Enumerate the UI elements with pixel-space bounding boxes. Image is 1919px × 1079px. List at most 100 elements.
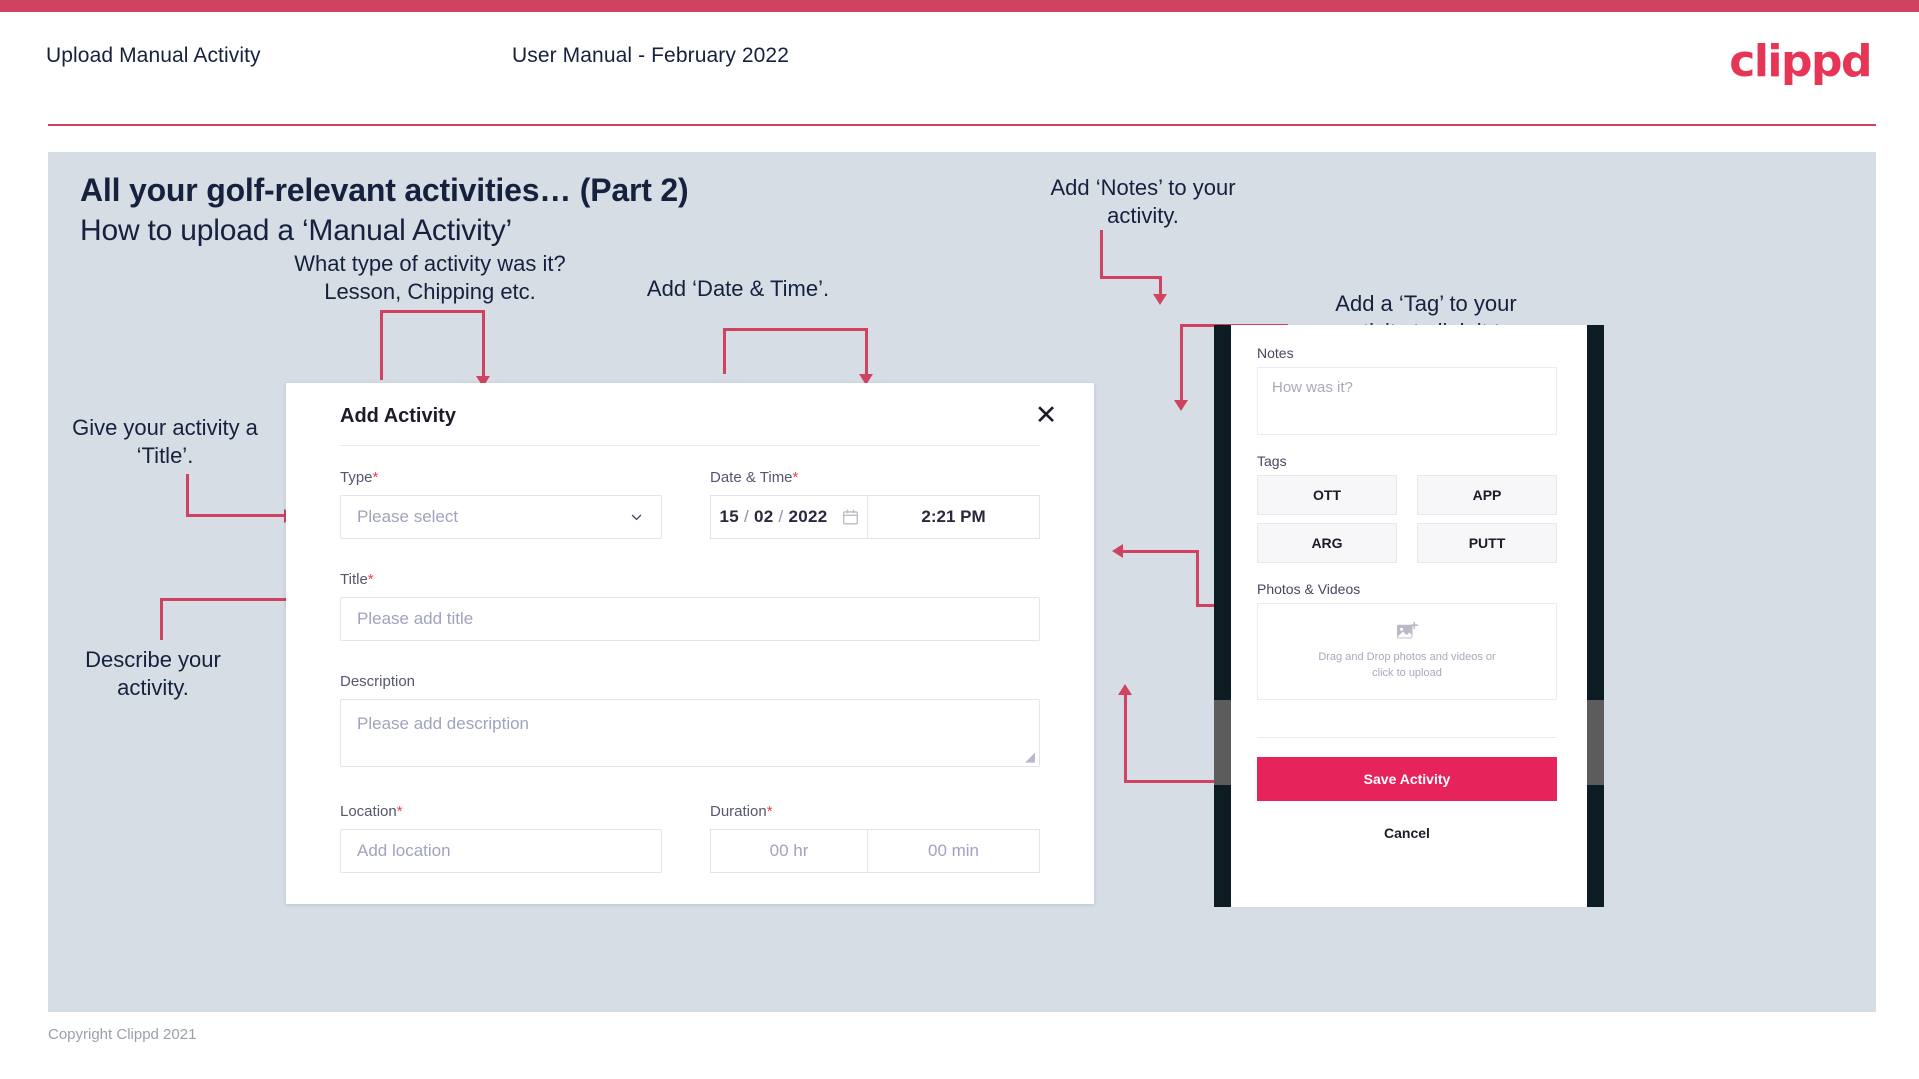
- annotation-datetime: Add ‘Date & Time’.: [646, 276, 830, 301]
- connector-notes-v1: [1100, 230, 1103, 278]
- connector-save-v: [1124, 694, 1127, 782]
- datetime-required-asterisk: *: [792, 469, 799, 486]
- connector-upload-h2: [1122, 550, 1198, 553]
- datetime-label: Date & Time*: [710, 469, 798, 486]
- save-activity-button[interactable]: Save Activity: [1257, 757, 1557, 801]
- upload-dropzone[interactable]: Drag and Drop photos and videos or click…: [1257, 603, 1557, 700]
- dialog-divider: [340, 445, 1040, 446]
- phone-edge-left: [1214, 325, 1231, 907]
- type-select-value: Please select: [357, 507, 459, 526]
- title-label: Title*: [340, 571, 374, 588]
- chevron-down-icon: [631, 514, 642, 521]
- connector-datetime-h: [723, 328, 868, 331]
- clippd-logo: clippd: [1729, 36, 1872, 87]
- connector-notes-h: [1100, 276, 1162, 279]
- datetime-label-text: Date & Time: [710, 469, 793, 486]
- slide-page: Upload Manual Activity User Manual - Feb…: [0, 0, 1919, 1079]
- annotation-notes: Add ‘Notes’ to your activity.: [1050, 175, 1236, 229]
- copyright-text: Copyright Clippd 2021: [48, 1026, 197, 1043]
- connector-notes-arrow: [1153, 294, 1167, 305]
- date-day: 15: [719, 507, 739, 526]
- duration-hours-input[interactable]: 00 hr: [710, 829, 868, 873]
- date-sep-1: /: [743, 507, 749, 526]
- tag-button-ott[interactable]: OTT: [1257, 475, 1397, 515]
- calendar-icon[interactable]: [842, 508, 859, 526]
- connector-save-arrow: [1118, 684, 1132, 695]
- mobile-preview: Notes How was it? Tags OTT APP ARG PUTT …: [1214, 325, 1604, 907]
- cancel-button[interactable]: Cancel: [1257, 825, 1557, 841]
- close-icon[interactable]: ✕: [1030, 399, 1062, 431]
- connector-notes-v2: [1159, 276, 1162, 296]
- location-input[interactable]: Add location: [340, 829, 662, 873]
- phone-side-button-left: [1214, 700, 1231, 785]
- time-value: 2:21 PM: [921, 507, 986, 526]
- date-year: 2022: [788, 507, 828, 526]
- duration-required-asterisk: *: [766, 803, 773, 820]
- connector-tags-arrow: [1174, 400, 1188, 411]
- duration-label-text: Duration: [710, 803, 767, 820]
- duration-label: Duration*: [710, 803, 773, 820]
- date-month: 02: [753, 507, 774, 526]
- connector-description-h: [160, 598, 288, 601]
- annotation-type: What type of activity was it? Lesson, Ch…: [294, 251, 566, 305]
- dialog-title: Add Activity: [340, 405, 456, 427]
- phone-screen: Notes How was it? Tags OTT APP ARG PUTT …: [1231, 325, 1587, 907]
- duration-minutes-input[interactable]: 00 min: [868, 829, 1040, 873]
- type-label: Type*: [340, 469, 378, 486]
- mobile-divider: [1257, 737, 1557, 738]
- resize-handle-icon[interactable]: ◢: [1025, 750, 1035, 763]
- title-input-value: Please add title: [357, 609, 474, 628]
- notes-input-value: How was it?: [1272, 379, 1353, 396]
- connector-title-h: [186, 514, 286, 517]
- description-input-value: Please add description: [357, 714, 530, 733]
- dialog-header: Add Activity ✕: [286, 383, 1094, 445]
- title-label-text: Title: [340, 571, 368, 588]
- connector-upload-arrow: [1112, 544, 1123, 558]
- description-label-text: Description: [340, 673, 416, 690]
- connector-type-v2: [482, 310, 485, 378]
- location-required-asterisk: *: [396, 803, 403, 820]
- phone-side-button-right: [1587, 700, 1604, 785]
- header-divider: [48, 124, 1876, 126]
- duration-hours-value: 00 hr: [769, 841, 809, 860]
- tag-button-app[interactable]: APP: [1417, 475, 1557, 515]
- tags-label: Tags: [1257, 453, 1287, 469]
- date-sep-2: /: [778, 507, 784, 526]
- date-input[interactable]: 15 / 02 / 2022: [710, 495, 868, 539]
- time-input[interactable]: 2:21 PM: [868, 495, 1040, 539]
- phone-edge-right: [1587, 325, 1604, 907]
- image-add-icon: [1397, 621, 1418, 638]
- location-input-value: Add location: [357, 841, 451, 860]
- connector-datetime-v2: [865, 328, 868, 376]
- add-activity-dialog: Add Activity ✕ Type* Please select Date …: [286, 383, 1094, 904]
- description-label: Description: [340, 673, 415, 690]
- photos-label: Photos & Videos: [1257, 581, 1361, 597]
- document-subtitle: User Manual - February 2022: [512, 44, 789, 67]
- type-select[interactable]: Please select: [340, 495, 662, 539]
- page-title: Upload Manual Activity: [46, 44, 261, 67]
- notes-label: Notes: [1257, 345, 1294, 361]
- connector-tags-v: [1180, 324, 1183, 402]
- connector-type-h: [380, 310, 485, 313]
- connector-type-v1: [380, 310, 383, 380]
- connector-title-v: [186, 474, 189, 516]
- annotation-description: Describe your activity.: [85, 647, 221, 701]
- connector-upload-v: [1196, 550, 1199, 606]
- title-required-asterisk: *: [367, 571, 374, 588]
- description-textarea[interactable]: Please add description ◢: [340, 699, 1040, 767]
- duration-minutes-value: 00 min: [927, 841, 980, 860]
- type-label-text: Type: [340, 469, 373, 486]
- tag-button-putt[interactable]: PUTT: [1417, 523, 1557, 563]
- connector-datetime-v1: [723, 328, 726, 374]
- location-label-text: Location: [340, 803, 397, 820]
- top-accent-strip: [0, 0, 1919, 12]
- location-label: Location*: [340, 803, 403, 820]
- notes-input[interactable]: How was it?: [1257, 367, 1557, 435]
- title-input[interactable]: Please add title: [340, 597, 1040, 641]
- slide-heading: All your golf-relevant activities… (Part…: [80, 172, 689, 208]
- slide-subheading: How to upload a ‘Manual Activity’: [80, 214, 512, 247]
- upload-instructions: Drag and Drop photos and videos or click…: [1318, 650, 1496, 680]
- tag-button-arg[interactable]: ARG: [1257, 523, 1397, 563]
- connector-description-v: [160, 598, 163, 640]
- type-required-asterisk: *: [372, 469, 379, 486]
